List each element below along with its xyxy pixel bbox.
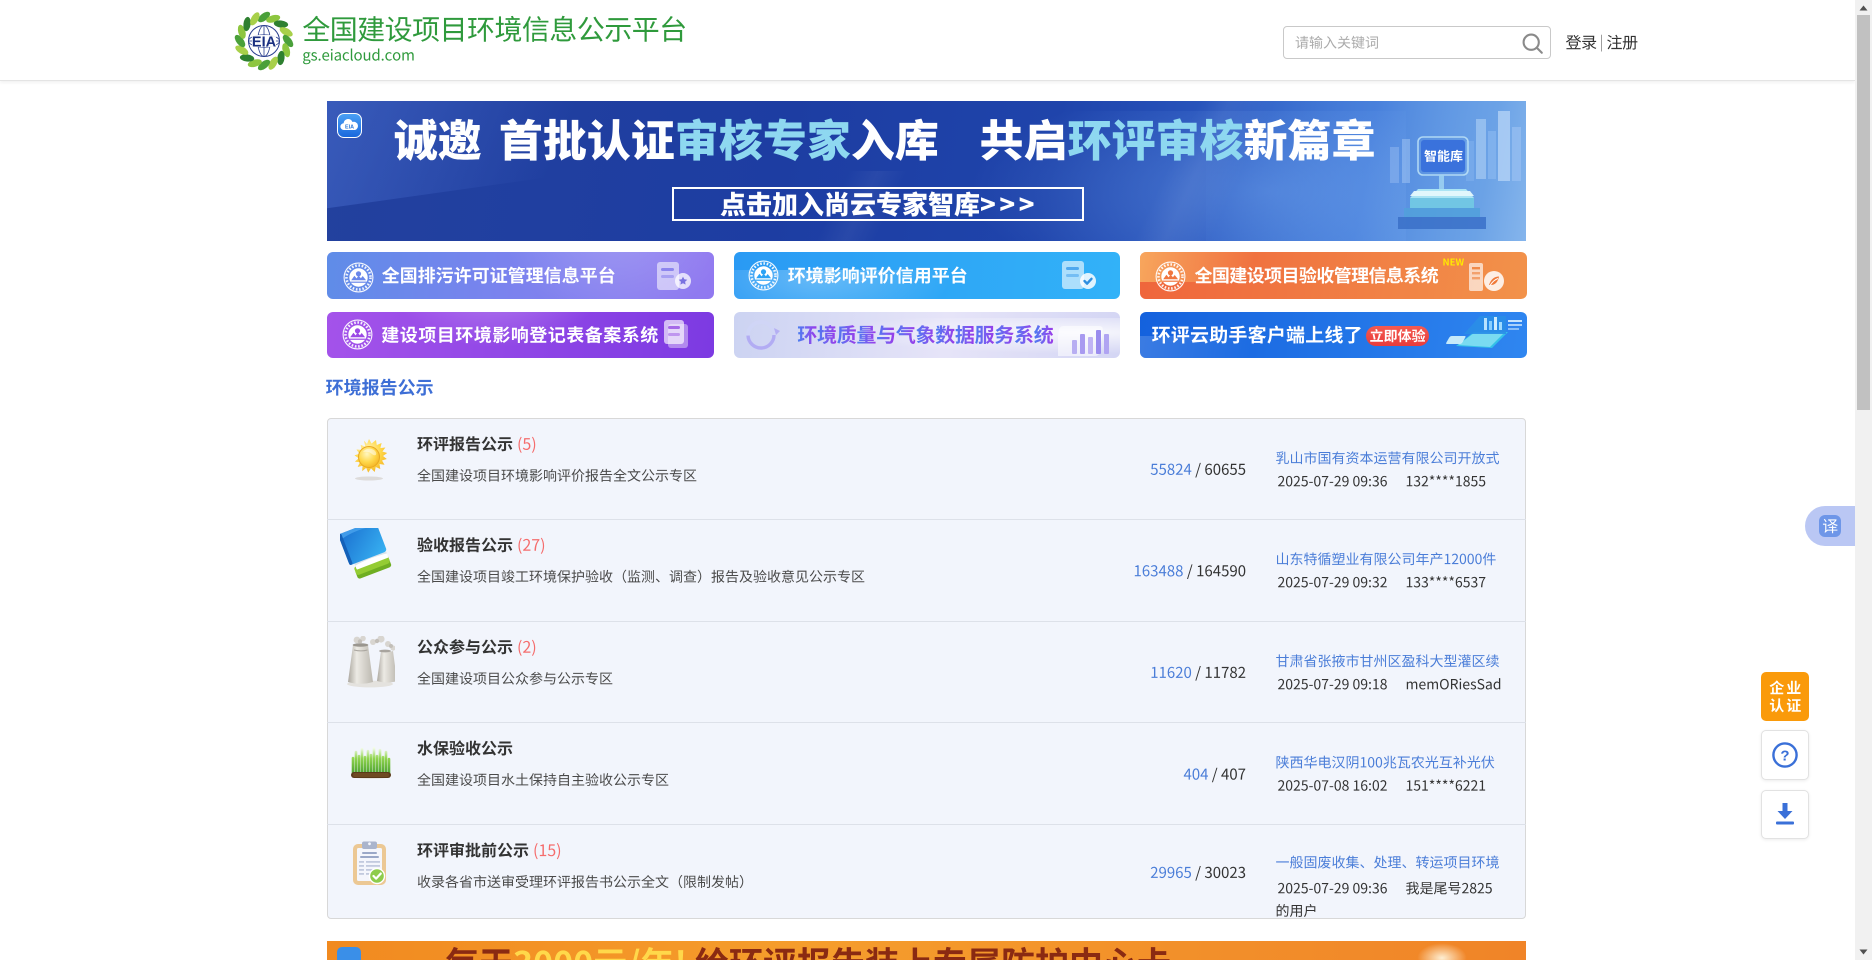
svg-text:EIA: EIA [345, 125, 354, 131]
svg-text:?: ? [1780, 748, 1789, 765]
svg-text:EIA: EIA [252, 35, 277, 51]
